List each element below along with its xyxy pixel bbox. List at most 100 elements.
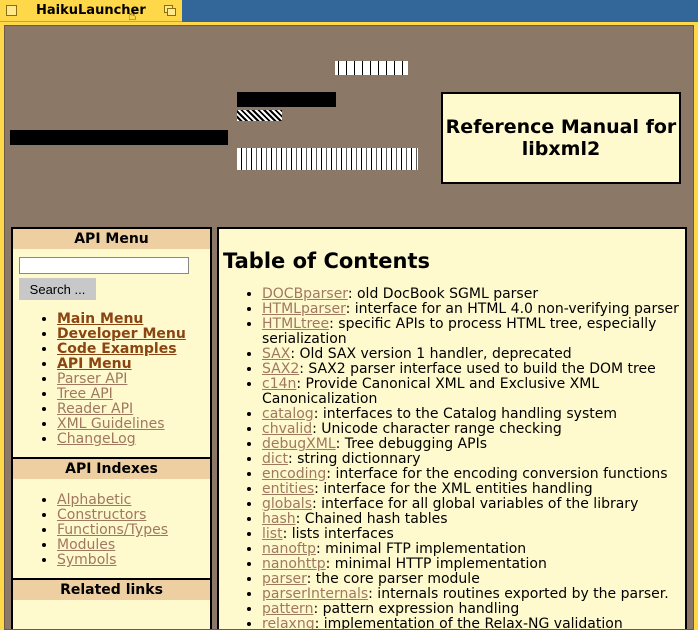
sidebar-menu-item: Reader API — [57, 402, 210, 417]
broken-image — [335, 61, 408, 75]
api-menu-list: Main MenuDeveloper MenuCode ExamplesAPI … — [13, 312, 210, 447]
toc-description: : SAX2 parser interface used to build th… — [299, 361, 656, 377]
toc-entry: encoding: interface for the encoding con… — [262, 467, 685, 482]
sidebar-link[interactable]: Developer Menu — [57, 326, 186, 342]
toc-link[interactable]: hash — [262, 511, 296, 527]
toc-entry: nanoftp: minimal FTP implementation — [262, 542, 685, 557]
window-tab[interactable]: HaikuLauncher — [0, 0, 182, 22]
toc-link[interactable]: encoding — [262, 466, 326, 482]
toc-entry: parser: the core parser module — [262, 572, 685, 587]
toc-description: : Old SAX version 1 handler, deprecated — [290, 346, 572, 362]
toc-entry: SAX2: SAX2 parser interface used to buil… — [262, 362, 685, 377]
sidebar-link[interactable]: Code Examples — [57, 341, 177, 357]
toc-link[interactable]: catalog — [262, 406, 314, 422]
api-index-item: Alphabetic — [57, 493, 210, 508]
toc-link[interactable]: SAX2 — [262, 361, 299, 377]
sidebar-menu-item: Code Examples — [57, 342, 210, 357]
api-menu-heading: API Menu — [13, 229, 210, 249]
search-button[interactable]: Search ... — [19, 278, 96, 300]
sidebar-menu-item: ChangeLog — [57, 432, 210, 447]
toc-link[interactable]: list — [262, 526, 283, 542]
toc-entry: HTMLparser: interface for an HTML 4.0 no… — [262, 302, 685, 317]
toc-description: : interfaces to the Catalog handling sys… — [313, 406, 617, 422]
broken-image — [10, 130, 228, 145]
api-index-link[interactable]: Modules — [57, 537, 115, 553]
broken-image — [237, 148, 418, 170]
api-indexes-heading: API Indexes — [13, 459, 210, 479]
toc-entry: globals: interface for all global variab… — [262, 497, 685, 512]
toc-link[interactable]: dict — [262, 451, 288, 467]
close-icon[interactable] — [6, 5, 17, 16]
api-index-item: Functions/Types — [57, 523, 210, 538]
toc-link[interactable]: HTMLtree — [262, 316, 329, 332]
zoom-icon[interactable] — [164, 5, 176, 16]
toc-description: : implementation of the Relax-NG validat… — [314, 616, 623, 630]
broken-image — [237, 110, 282, 121]
main-content: Table of Contents DOCBparser: old DocBoo… — [217, 227, 687, 630]
sidebar-link[interactable]: XML Guidelines — [57, 416, 165, 432]
toc-entry: hash: Chained hash tables — [262, 512, 685, 527]
toc-description: : minimal FTP implementation — [315, 541, 527, 557]
window-border — [694, 22, 698, 630]
toc-link[interactable]: SAX — [262, 346, 290, 362]
sidebar-link[interactable]: Parser API — [57, 371, 127, 387]
toc-description: : Tree debugging APIs — [335, 436, 487, 452]
sidebar-menu-item: API Menu — [57, 357, 210, 372]
toc-description: : interface for an HTML 4.0 non-verifyin… — [345, 301, 679, 317]
toc-entry: catalog: interfaces to the Catalog handl… — [262, 407, 685, 422]
toc-link[interactable]: pattern — [262, 601, 313, 617]
toc-link[interactable]: DOCBparser — [262, 286, 348, 302]
api-index-link[interactable]: Functions/Types — [57, 522, 168, 538]
browser-viewport: Reference Manual for libxml2 API Menu Se… — [4, 25, 694, 630]
toc-entry: list: lists interfaces — [262, 527, 685, 542]
toc-description: : Unicode character range checking — [312, 421, 562, 437]
toc-description: : the core parser module — [306, 571, 480, 587]
toc-description: : internals routines exported by the par… — [368, 586, 669, 602]
toc-description: : Provide Canonical XML and Exclusive XM… — [262, 376, 600, 407]
toc-link[interactable]: nanohttp — [262, 556, 326, 572]
toc-link[interactable]: debugXML — [262, 436, 336, 452]
toc-link[interactable]: HTMLparser — [262, 301, 346, 317]
toc-entry: HTMLtree: specific APIs to process HTML … — [262, 317, 685, 347]
toc-description: : interface for the XML entities handlin… — [314, 481, 593, 497]
manual-title: Reference Manual for libxml2 — [445, 116, 677, 160]
api-index-link[interactable]: Constructors — [57, 507, 146, 523]
sidebar-link[interactable]: Main Menu — [57, 311, 143, 327]
api-index-item: Constructors — [57, 508, 210, 523]
toc-description: : lists interfaces — [282, 526, 394, 542]
toc-entry: entities: interface for the XML entities… — [262, 482, 685, 497]
related-links-heading: Related links — [13, 580, 210, 600]
sidebar-link[interactable]: ChangeLog — [57, 431, 136, 447]
api-index-item: Modules — [57, 538, 210, 553]
toc-link[interactable]: relaxng — [262, 616, 315, 630]
toc-entry: debugXML: Tree debugging APIs — [262, 437, 685, 452]
toc-link[interactable]: c14n — [262, 376, 296, 392]
toc-link[interactable]: parserInternals — [262, 586, 368, 602]
toc-entry: parserInternals: internals routines expo… — [262, 587, 685, 602]
toc-title: Table of Contents — [223, 249, 431, 273]
toc-link[interactable]: nanoftp — [262, 541, 316, 557]
window-frame: Reference Manual for libxml2 API Menu Se… — [0, 22, 698, 630]
toc-description: : pattern expression handling — [313, 601, 520, 617]
toc-description: : interface for the encoding conversion … — [326, 466, 668, 482]
sidebar-link[interactable]: Reader API — [57, 401, 133, 417]
toc-link[interactable]: chvalid — [262, 421, 312, 437]
toc-link[interactable]: entities — [262, 481, 314, 497]
sidebar-link[interactable]: Tree API — [57, 386, 113, 402]
toc-entry: c14n: Provide Canonical XML and Exclusiv… — [262, 377, 685, 407]
toc-description: : old DocBook SGML parser — [347, 286, 539, 302]
toc-description: : interface for all global variables of … — [312, 496, 639, 512]
toc-description: : minimal HTTP implementation — [325, 556, 547, 572]
sidebar-menu-item: Parser API — [57, 372, 210, 387]
toc-entry: chvalid: Unicode character range checkin… — [262, 422, 685, 437]
api-index-item: Symbols — [57, 553, 210, 568]
api-index-link[interactable]: Alphabetic — [57, 492, 131, 508]
sidebar-menu-item: Main Menu — [57, 312, 210, 327]
toc-entry: relaxng: implementation of the Relax-NG … — [262, 617, 685, 630]
api-index-link[interactable]: Symbols — [57, 552, 116, 568]
toc-link[interactable]: parser — [262, 571, 307, 587]
search-input[interactable] — [19, 257, 189, 274]
sidebar-menu-item: Developer Menu — [57, 327, 210, 342]
toc-link[interactable]: globals — [262, 496, 312, 512]
sidebar-link[interactable]: API Menu — [57, 356, 132, 372]
